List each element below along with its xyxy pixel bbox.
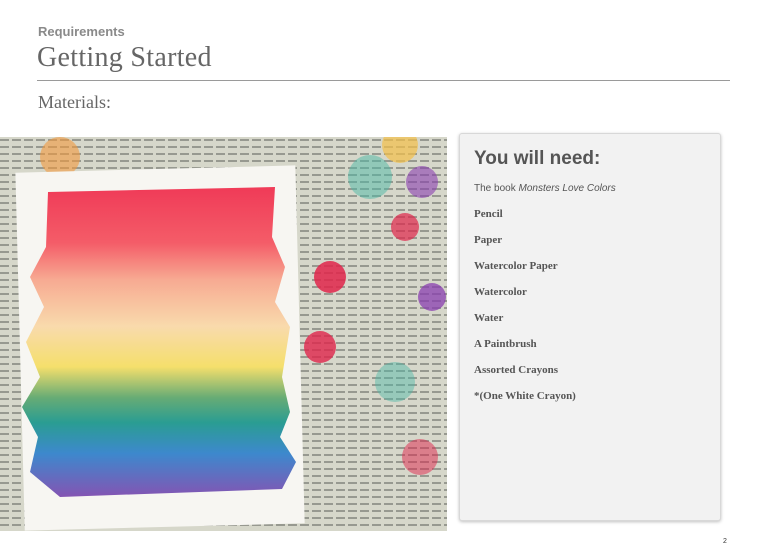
painting-photo bbox=[0, 137, 447, 531]
list-item: Pencil bbox=[474, 208, 503, 220]
sidebar-heading: You will need: bbox=[474, 148, 601, 169]
list-item: Watercolor bbox=[474, 286, 527, 298]
page-number: 2 bbox=[723, 538, 727, 545]
title-divider bbox=[37, 80, 730, 81]
section-subtitle: Materials: bbox=[38, 92, 111, 112]
book-requirement: The book Monsters Love Colors bbox=[474, 183, 616, 194]
materials-sidebar: You will need: The book Monsters Love Co… bbox=[459, 133, 721, 521]
list-item: Assorted Crayons bbox=[474, 364, 559, 376]
list-item: Paper bbox=[474, 234, 503, 246]
page-title: Getting Started bbox=[37, 42, 212, 73]
book-title: Monsters Love Colors bbox=[518, 183, 616, 194]
list-item: Water bbox=[474, 312, 504, 324]
list-item: A Paintbrush bbox=[474, 338, 537, 350]
list-item: *(One White Crayon) bbox=[474, 390, 576, 402]
materials-list: Pencil Paper Watercolor Paper Watercolor… bbox=[474, 208, 576, 416]
list-item: Watercolor Paper bbox=[474, 260, 558, 272]
book-prefix: The book bbox=[474, 183, 519, 194]
eyebrow-label: Requirements bbox=[38, 24, 125, 39]
